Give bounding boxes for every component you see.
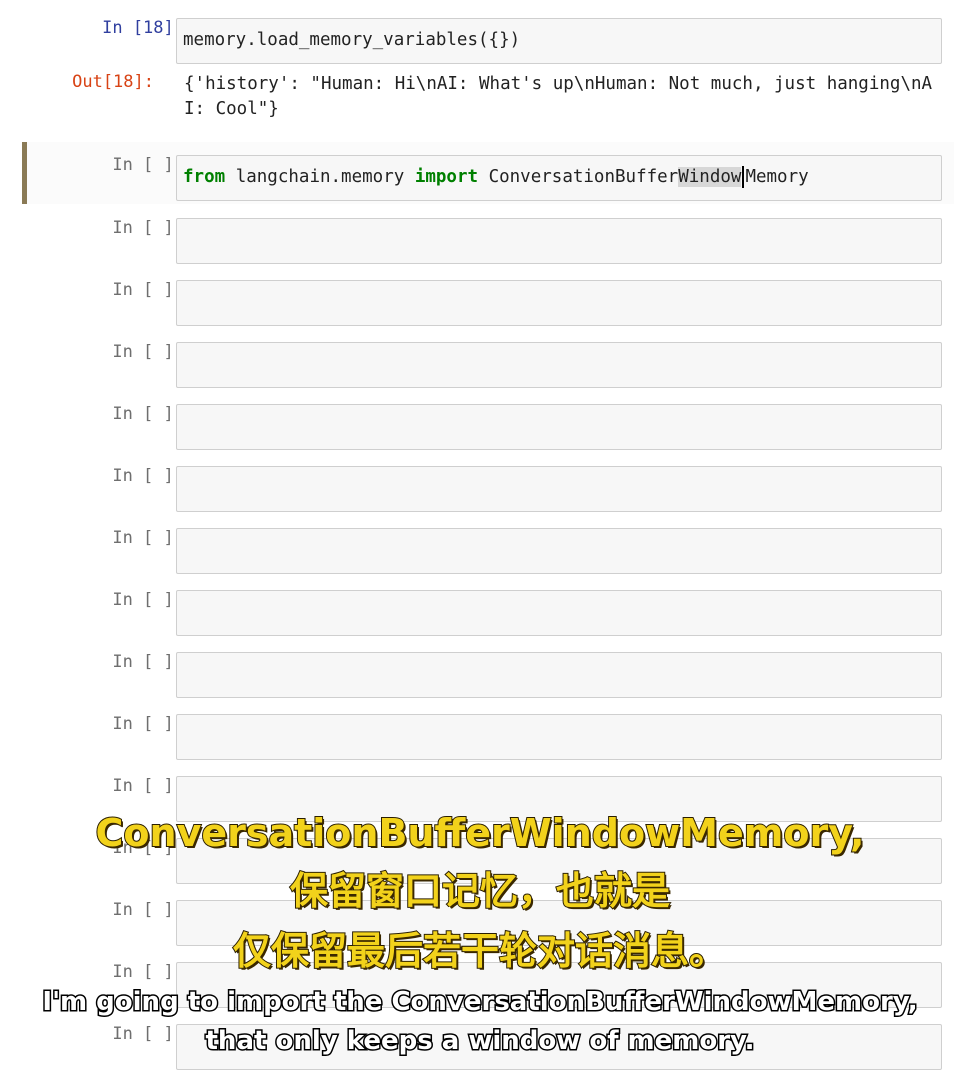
input-prompt: In [ ]: — [112, 466, 184, 486]
code-class-prefix: ConversationBuffer — [478, 167, 679, 187]
code-text: memory.load_memory_variables({}) — [183, 30, 521, 50]
code-cell-18[interactable]: In [18]: memory.load_memory_variables({}… — [22, 5, 954, 67]
input-prompt: In [ ]: — [112, 714, 184, 734]
input-prompt: In [ ]: — [112, 155, 184, 175]
subtitle-cn-line-2: 保留窗口记忆，也就是 — [289, 868, 671, 914]
keyword-from: from — [183, 167, 226, 187]
code-input[interactable] — [176, 652, 942, 698]
notebook: In [18]: memory.load_memory_variables({}… — [0, 0, 960, 1080]
empty-code-cell[interactable]: In [ ]: — [22, 453, 954, 515]
empty-code-cell[interactable]: In [ ]: — [22, 701, 954, 763]
output-prompt: Out[18]: — [72, 72, 154, 92]
code-input[interactable] — [176, 714, 942, 760]
empty-code-cell[interactable]: In [ ]: — [22, 205, 954, 267]
code-input[interactable] — [176, 342, 942, 388]
code-input[interactable]: memory.load_memory_variables({}) — [176, 18, 942, 64]
empty-code-cell[interactable]: In [ ]: — [22, 267, 954, 329]
input-prompt: In [ ]: — [112, 528, 184, 548]
input-prompt: In [18]: — [102, 18, 184, 38]
code-input[interactable] — [176, 590, 942, 636]
input-prompt: In [ ]: — [112, 342, 184, 362]
code-input[interactable]: from langchain.memory import Conversatio… — [176, 155, 942, 201]
keyword-import: import — [414, 167, 479, 187]
code-input[interactable] — [176, 528, 942, 574]
input-prompt: In [ ]: — [112, 590, 184, 610]
code-input[interactable] — [176, 280, 942, 326]
empty-code-cell[interactable]: In [ ]: — [22, 329, 954, 391]
input-prompt: In [ ]: — [112, 652, 184, 672]
subtitle-en-line-1: I'm going to import the ConversationBuff… — [41, 986, 919, 1019]
input-prompt: In [ ]: — [112, 404, 184, 424]
empty-code-cell[interactable]: In [ ]: — [22, 639, 954, 701]
subtitle-en-line-2: that only keeps a window of memory. — [204, 1025, 756, 1058]
code-cell-selected[interactable]: In [ ]: from langchain.memory import Con… — [22, 142, 954, 204]
code-class-suffix: Memory — [745, 167, 809, 187]
code-input[interactable] — [176, 466, 942, 512]
input-prompt: In [ ]: — [112, 218, 184, 238]
code-input[interactable] — [176, 218, 942, 264]
empty-code-cell[interactable]: In [ ]: — [22, 391, 954, 453]
code-input[interactable] — [176, 404, 942, 450]
subtitle-cn-line-1: ConversationBufferWindowMemory, — [95, 810, 866, 856]
empty-code-cell[interactable]: In [ ]: — [22, 515, 954, 577]
output-text: {'history': "Human: Hi\nAI: What's up\nH… — [184, 74, 933, 119]
subtitle-cn-line-3: 仅保留最后若干轮对话消息。 — [232, 928, 728, 974]
input-prompt: In [ ]: — [112, 280, 184, 300]
empty-code-cell[interactable]: In [ ]: — [22, 577, 954, 639]
selected-text: Window — [678, 167, 742, 187]
code-module: langchain.memory — [225, 167, 415, 187]
